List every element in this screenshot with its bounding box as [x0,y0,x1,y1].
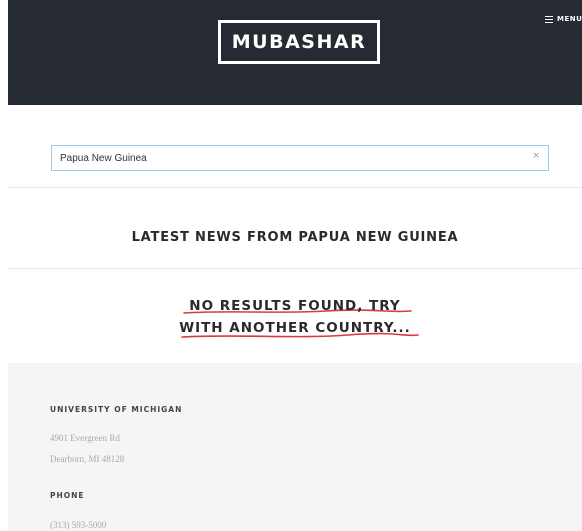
page-left-edge [0,0,8,531]
no-results-line-2: WITH ANOTHER COUNTRY... [179,320,411,336]
hamburger-icon [545,15,553,23]
clear-icon[interactable]: × [532,151,540,161]
site-footer: UNIVERSITY OF MICHIGAN 4901 Evergreen Rd… [8,363,582,531]
footer-org-heading: UNIVERSITY OF MICHIGAN [50,405,183,414]
site-logo-text: MUBASHAR [231,31,367,53]
latest-news-heading: LATEST NEWS FROM PAPUA NEW GUINEA [131,230,459,245]
footer-address-line1: 4901 Evergreen Rd [50,433,120,443]
page: MUBASHAR MENU × LATEST NEWS FROM PAPUA N… [0,0,582,531]
country-search-input[interactable] [52,146,522,170]
site-header: MUBASHAR MENU [8,0,582,105]
menu-label: MENU [557,15,582,23]
search-box: × [51,145,549,171]
menu-button[interactable]: MENU [545,15,582,23]
footer-phone[interactable]: (313) 593-5000 [50,520,106,530]
footer-phone-heading: PHONE [50,491,85,500]
search-section: × [8,105,582,188]
no-results-line-1: NO RESULTS FOUND, TRY [189,298,401,314]
no-results-message: NO RESULTS FOUND, TRY WITH ANOTHER COUNT… [8,295,582,339]
latest-news-section: LATEST NEWS FROM PAPUA NEW GUINEA [8,188,582,269]
results-section: NO RESULTS FOUND, TRY WITH ANOTHER COUNT… [8,269,582,363]
site-logo[interactable]: MUBASHAR [218,20,380,64]
footer-address-line2: Dearborn, MI 48128 [50,454,125,464]
